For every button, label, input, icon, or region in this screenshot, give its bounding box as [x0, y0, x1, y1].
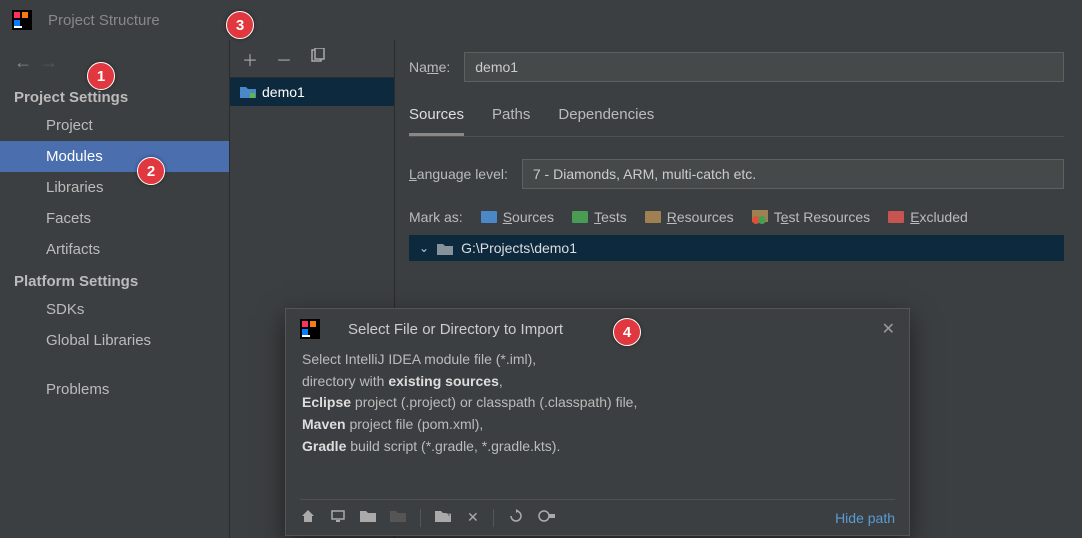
module-item[interactable]: demo1: [230, 78, 394, 106]
module-folder-icon: [240, 85, 256, 99]
desktop-icon[interactable]: [330, 508, 346, 527]
callout-badge: 2: [137, 157, 165, 185]
dialog-line: Maven project file (pom.xml),: [302, 414, 893, 436]
tab-paths[interactable]: Paths: [492, 106, 530, 136]
project-settings-header: Project Settings: [0, 81, 229, 110]
dialog-line: directory with existing sources,: [302, 371, 893, 393]
test-resources-icon: [752, 210, 768, 224]
refresh-icon[interactable]: [508, 508, 524, 527]
separator: [493, 509, 494, 527]
dialog-line: Gradle build script (*.gradle, *.gradle.…: [302, 436, 893, 458]
separator: [420, 509, 421, 527]
dialog-body: Select IntelliJ IDEA module file (*.iml)…: [286, 349, 909, 457]
callout-badge: 3: [226, 11, 254, 39]
content-root-row[interactable]: ⌄ G:\Projects\demo1: [409, 235, 1064, 261]
platform-settings-header: Platform Settings: [0, 265, 229, 294]
mark-resources-button[interactable]: Resources: [645, 209, 734, 225]
sidebar-item-problems[interactable]: Problems: [0, 374, 229, 405]
tab-dependencies[interactable]: Dependencies: [558, 106, 654, 136]
new-folder-icon[interactable]: +: [435, 509, 453, 526]
language-level-select[interactable]: [522, 159, 1064, 189]
name-label: Name:: [409, 59, 450, 75]
svg-text:+: +: [446, 509, 452, 520]
sidebar-item-project[interactable]: Project: [0, 110, 229, 141]
close-icon[interactable]: ✕: [882, 319, 895, 339]
sidebar-item-sdks[interactable]: SDKs: [0, 294, 229, 325]
delete-icon[interactable]: ✕: [467, 509, 479, 526]
module-name-input[interactable]: [464, 52, 1064, 82]
project-folder-icon[interactable]: [360, 509, 376, 526]
sidebar: ← → Project Settings Project Modules Lib…: [0, 40, 230, 538]
remove-module-icon[interactable]: －: [276, 47, 292, 71]
tab-sources[interactable]: Sources: [409, 106, 464, 136]
mark-sources-button[interactable]: Sources: [481, 209, 554, 225]
sidebar-item-global-libraries[interactable]: Global Libraries: [0, 325, 229, 356]
mark-test-resources-button[interactable]: Test Resources: [752, 209, 871, 225]
dialog-line: Eclipse project (.project) or classpath …: [302, 392, 893, 414]
copy-module-icon[interactable]: [310, 48, 326, 69]
dialog-title: Select File or Directory to Import: [348, 321, 870, 338]
window-title: Project Structure: [48, 12, 160, 29]
module-name-label: demo1: [262, 84, 305, 100]
add-module-icon[interactable]: ＋: [242, 47, 258, 71]
forward-arrow-icon[interactable]: →: [40, 52, 58, 73]
show-hidden-icon[interactable]: [538, 508, 556, 527]
sidebar-item-artifacts[interactable]: Artifacts: [0, 234, 229, 265]
intellij-logo-icon: [12, 10, 32, 30]
back-arrow-icon[interactable]: ←: [14, 52, 32, 73]
module-folder-icon[interactable]: [390, 509, 406, 526]
hide-path-link[interactable]: Hide path: [835, 510, 895, 526]
folder-icon: [437, 242, 453, 255]
sidebar-item-facets[interactable]: Facets: [0, 203, 229, 234]
mark-tests-button[interactable]: Tests: [572, 209, 627, 225]
home-icon[interactable]: [300, 508, 316, 527]
sidebar-item-modules[interactable]: Modules: [0, 141, 229, 172]
dialog-line: Select IntelliJ IDEA module file (*.iml)…: [302, 349, 893, 371]
intellij-logo-icon: [300, 319, 320, 339]
mark-as-label: Mark as:: [409, 209, 463, 225]
callout-badge: 1: [87, 62, 115, 90]
import-dialog: Select File or Directory to Import ✕ Sel…: [285, 308, 910, 536]
mark-excluded-button[interactable]: Excluded: [888, 209, 968, 225]
language-level-label: Language level:: [409, 166, 508, 182]
sidebar-item-libraries[interactable]: Libraries: [0, 172, 229, 203]
chevron-down-icon: ⌄: [419, 241, 429, 255]
callout-badge: 4: [613, 318, 641, 346]
content-root-path: G:\Projects\demo1: [461, 240, 577, 256]
